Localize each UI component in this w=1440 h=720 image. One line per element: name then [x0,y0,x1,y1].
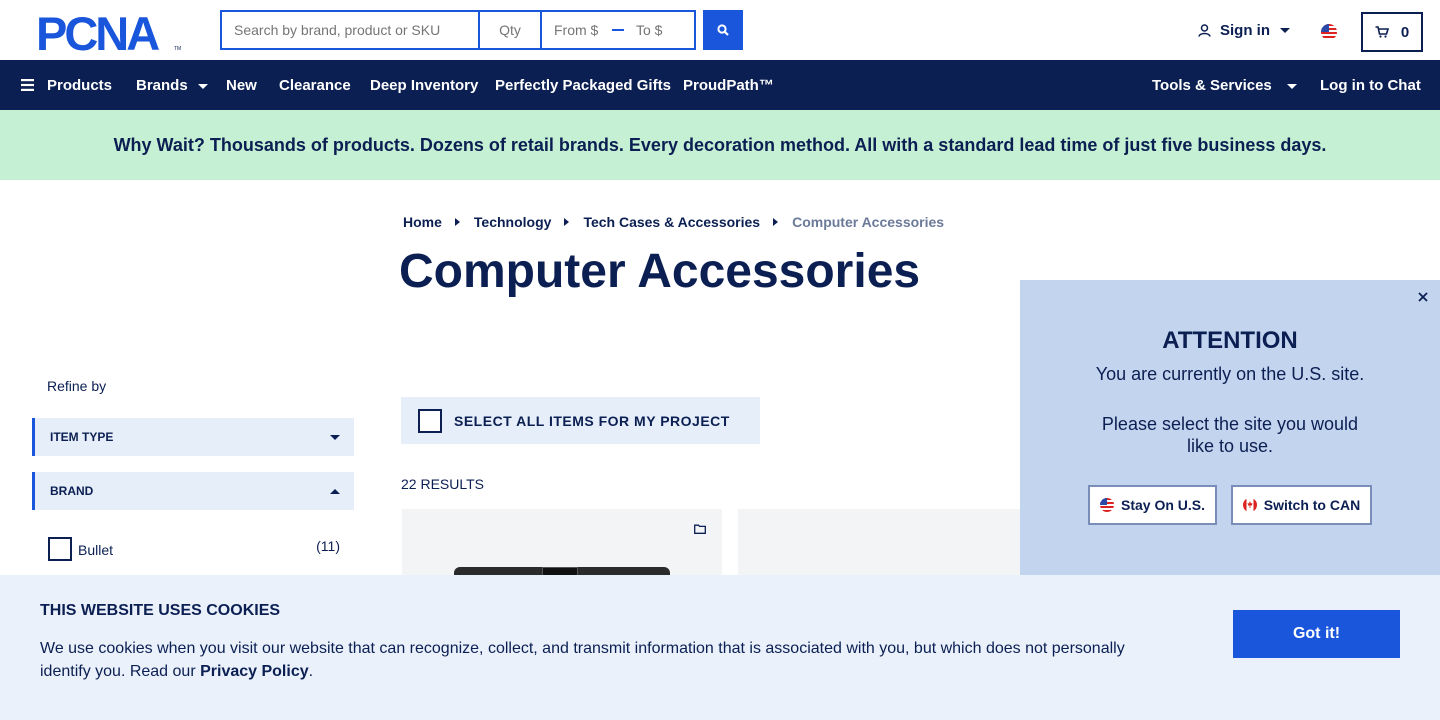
chevron-down-icon [1286,84,1297,89]
results-count: 22 RESULTS [401,476,484,492]
popup-instruction: Please select the site you would like to… [1101,414,1359,456]
nav-tools[interactable]: Tools & Services [1152,60,1297,110]
brand-option-count: (11) [316,538,340,554]
breadcrumb-tech-cases[interactable]: Tech Cases & Accessories [583,214,760,230]
cookie-text-end: . [308,663,314,680]
search-button[interactable] [703,10,743,50]
logo-text: PCNA [36,12,159,52]
user-icon [1198,24,1211,37]
caret-right-icon [454,218,460,226]
nav-chat[interactable]: Log in to Chat [1320,60,1421,110]
promo-banner-text: Why Wait? Thousands of products. Dozens … [113,134,1327,155]
canada-flag-icon [1242,498,1257,512]
breadcrumb: Home Technology Tech Cases & Accessories… [403,214,944,230]
facet-brand[interactable]: BRAND [32,472,354,510]
nav-new-label: New [226,76,257,94]
nav-products-label: Products [47,76,113,94]
top-header: PCNA TM Sign in [0,0,1440,60]
nav-clearance[interactable]: Clearance [279,60,351,110]
brand-checkbox[interactable] [48,537,72,561]
sign-in-label: Sign in [1220,22,1270,39]
facet-item-type-label: ITEM TYPE [50,430,114,444]
cookie-title: THIS WEBSITE USES COOKIES [40,602,281,619]
nav-products[interactable]: Products [21,60,112,110]
page-title: Computer Accessories [399,245,921,298]
breadcrumb-current: Computer Accessories [792,214,945,230]
search-bar [220,10,696,50]
us-flag-icon [1099,498,1114,512]
facet-brand-label: BRAND [50,484,94,498]
nav-chat-label: Log in to Chat [1320,76,1421,94]
accept-cookies-button[interactable]: Got it! [1233,610,1400,658]
range-dash [612,29,624,31]
nav-proudpath-label: ProudPath™ [683,76,774,94]
nav-brands-label: Brands [136,76,188,94]
stay-us-button[interactable]: Stay On U.S. [1088,485,1217,525]
price-range [540,12,694,48]
nav-proudpath[interactable]: ProudPath™ [683,60,774,110]
nav-brands[interactable]: Brands [136,60,208,110]
popup-current-site: You are currently on the U.S. site. [1095,364,1365,384]
select-all-checkbox[interactable] [418,408,442,433]
refine-label: Refine by [47,378,107,394]
popup-title: ATTENTION [1162,327,1298,354]
cookie-banner: THIS WEBSITE USES COOKIES We use cookies… [0,575,1440,720]
close-button[interactable] [1416,290,1430,304]
stay-us-label: Stay On U.S. [1120,497,1206,513]
chevron-down-icon [1280,28,1290,33]
nav-gifts[interactable]: Perfectly Packaged Gifts [495,60,671,110]
cart-icon [1375,26,1389,38]
pcna-logo[interactable]: PCNA TM [36,12,186,52]
select-all-items[interactable]: SELECT ALL ITEMS FOR MY PROJECT [401,397,760,444]
brand-option-bullet[interactable]: Bullet (11) [48,537,340,561]
chevron-down-icon [330,434,340,440]
caret-right-icon [564,218,570,226]
cart-button[interactable]: 0 [1361,12,1423,52]
cookie-text: We use cookies when you visit our websit… [40,637,1150,683]
us-flag-icon[interactable] [1321,24,1337,40]
select-all-label: SELECT ALL ITEMS FOR MY PROJECT [454,412,730,429]
main-nav: Products Brands New Clearance Deep Inven… [0,60,1440,110]
caret-right-icon [773,218,779,226]
facet-item-type[interactable]: ITEM TYPE [32,418,354,456]
privacy-policy-link[interactable]: Privacy Policy [200,663,309,680]
nav-new[interactable]: New [226,60,257,110]
nav-deep-inventory-label: Deep Inventory [370,76,479,94]
switch-can-button[interactable]: Switch to CAN [1231,485,1372,525]
price-to-input[interactable] [624,13,684,47]
breadcrumb-home[interactable]: Home [403,214,442,230]
svg-text:TM: TM [174,46,181,52]
region-popup: ATTENTION You are currently on the U.S. … [1020,280,1440,580]
nav-deep-inventory[interactable]: Deep Inventory [370,60,478,110]
nav-tools-label: Tools & Services [1152,76,1272,94]
nav-gifts-label: Perfectly Packaged Gifts [495,76,671,94]
breadcrumb-technology[interactable]: Technology [474,214,552,230]
chevron-down-icon [197,84,208,89]
sign-in-menu[interactable]: Sign in [1198,22,1290,39]
search-icon [717,24,729,36]
cart-count: 0 [1400,23,1410,41]
price-from-input[interactable] [542,13,612,47]
nav-clearance-label: Clearance [279,76,351,94]
chevron-up-icon [330,488,340,494]
close-icon [1418,292,1428,302]
qty-input[interactable] [478,12,540,48]
search-input[interactable] [222,12,478,48]
promo-banner: Why Wait? Thousands of products. Dozens … [0,110,1440,180]
folder-icon[interactable] [694,524,706,534]
brand-option-label: Bullet [78,541,114,558]
menu-icon [21,79,34,91]
switch-can-label: Switch to CAN [1263,497,1361,513]
